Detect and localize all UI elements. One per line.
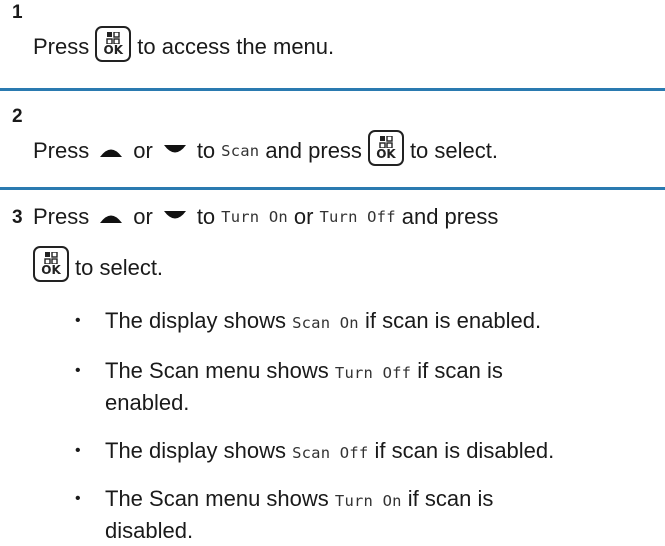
step-divider [0,187,665,190]
menu-ok-key-icon: OK [367,130,404,166]
ok-key-label: OK [41,263,61,277]
step-text: Press [33,138,90,163]
up-arrow-icon [100,149,123,157]
display-text: Scan Off [292,444,369,462]
step-text: or [293,204,314,229]
bullet-icon: • [75,490,81,507]
step-text: to select. [75,255,164,280]
down-arrow-icon [163,211,186,219]
list-item: • The display shows Scan On if scan is e… [75,306,541,338]
menu-option-label: Scan [221,142,260,160]
bullet-icon: • [75,442,81,459]
list-item-text: The display shows Scan On if scan is ena… [105,308,542,333]
bullet-icon: • [75,312,81,329]
menu-option-label: Turn Off [319,208,396,226]
step-text: or [133,138,153,163]
menu-option-label: Turn On [221,208,288,226]
step-text: to [196,204,216,229]
list-item: • The display shows Scan Off if scan is … [75,436,554,468]
ok-key-label: OK [376,147,396,161]
menu-ok-key-icon: OK [33,246,69,282]
step-3-text-line-1: Press or to Turn On or Turn Off and pres… [33,202,498,232]
up-arrow-icon [100,215,123,223]
ok-key-label: OK [103,43,124,57]
down-arrow-icon [163,145,186,153]
step-text: to access the menu. [137,34,335,59]
step-text: and press [401,204,499,229]
display-text: Scan On [292,314,359,332]
step-text: to select. [409,138,498,163]
step-text: Press [33,34,90,59]
list-item-text: The Scan menu shows Turn Off if scan is … [105,358,503,415]
step-number: 2 [12,106,23,127]
list-item-text: The display shows Scan Off if scan is di… [105,438,555,463]
step-3-text-line-2: OK to select. [33,245,163,283]
list-item: • The Scan menu shows Turn Off if scan i… [75,356,503,418]
step-text: and press [265,138,362,163]
step-divider [0,88,665,91]
step-number: 1 [12,2,23,23]
list-item-text: The Scan menu shows Turn On if scan is d… [105,486,494,543]
menu-ok-key-icon: OK [95,26,132,62]
bullet-icon: • [75,362,81,379]
list-item: • The Scan menu shows Turn On if scan is… [75,484,493,546]
step-text: Press [33,204,90,229]
display-text: Turn On [334,492,402,510]
step-number: 3 [12,207,23,228]
step-1-text: Press OK to access the menu. [33,26,335,62]
step-text: to [196,138,216,163]
display-text: Turn Off [334,364,412,382]
step-2-text: Press or to Scan and press OK to select. [33,130,498,166]
step-text: or [133,204,153,229]
